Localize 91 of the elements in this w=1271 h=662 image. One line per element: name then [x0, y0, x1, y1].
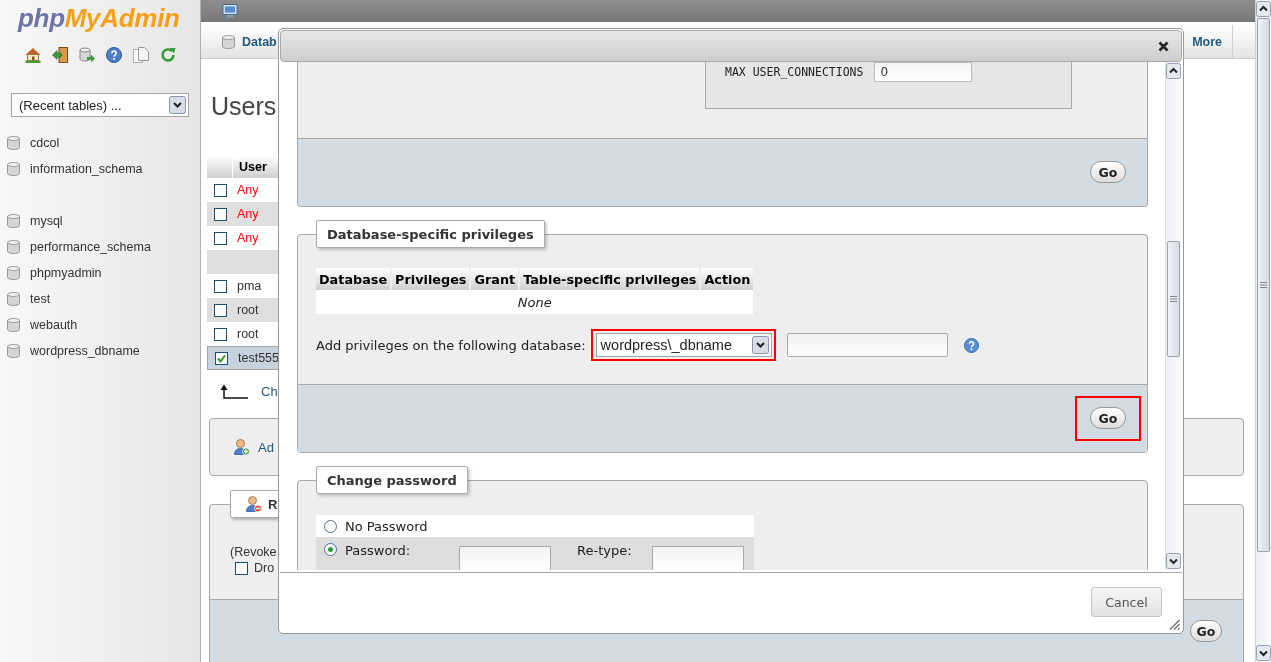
- database-icon[interactable]: [7, 240, 20, 254]
- checkbox[interactable]: [214, 303, 227, 317]
- checkbox[interactable]: [214, 207, 227, 221]
- user-name: root: [237, 327, 259, 341]
- corner-arrow-icon: [220, 383, 248, 399]
- column-header: Database: [316, 268, 391, 290]
- column-header: Action: [701, 268, 754, 290]
- database-icon[interactable]: [7, 344, 20, 358]
- door-arrow-icon[interactable]: [52, 47, 68, 63]
- text-field[interactable]: [786, 333, 948, 357]
- user-name: pma: [237, 279, 262, 293]
- check-all-link[interactable]: Ch: [261, 383, 278, 399]
- scrollbar-thumb[interactable]: [1257, 18, 1270, 552]
- number-field[interactable]: 0: [874, 62, 973, 82]
- password-field[interactable]: [459, 546, 551, 570]
- password-field[interactable]: [652, 546, 744, 570]
- scroll-down-button[interactable]: [1166, 553, 1181, 569]
- recent-tables-select[interactable]: (Recent tables) ...: [11, 93, 189, 117]
- database-link[interactable]: performance_schema: [30, 240, 151, 254]
- database-link[interactable]: mysql: [30, 214, 63, 228]
- scroll-down-button[interactable]: [1256, 645, 1271, 661]
- checkbox-label[interactable]: Dro: [254, 561, 275, 575]
- user-name: Any: [237, 231, 259, 245]
- user-name: Any: [237, 183, 259, 197]
- database-icon[interactable]: [7, 214, 20, 228]
- revoke-note: (Revoke: [230, 545, 277, 559]
- database-link[interactable]: webauth: [30, 318, 78, 332]
- scroll-up-button[interactable]: [1256, 1, 1271, 17]
- user-remove-icon: [246, 495, 262, 513]
- column-header[interactable]: User: [233, 160, 267, 174]
- database-icon[interactable]: [7, 292, 20, 306]
- grip-icon: [1260, 282, 1267, 288]
- resize-grip-icon[interactable]: [1169, 619, 1180, 630]
- user-add-icon[interactable]: [234, 438, 250, 456]
- radio-button[interactable]: [324, 519, 337, 533]
- legend-title: R: [268, 496, 278, 512]
- database-icon[interactable]: [7, 162, 20, 176]
- caret-icon[interactable]: [169, 96, 186, 114]
- checkbox[interactable]: [215, 351, 228, 365]
- home-icon[interactable]: [25, 47, 41, 63]
- legend-title: Database-specific privileges: [316, 220, 545, 248]
- checkbox[interactable]: [235, 561, 248, 575]
- database-icon[interactable]: [7, 136, 20, 150]
- field-label: MAX USER_CONNECTIONS: [725, 65, 864, 79]
- database-select[interactable]: wordpress\_dbname: [595, 333, 772, 357]
- go-button[interactable]: Go: [1090, 407, 1126, 429]
- database-link[interactable]: information_schema: [30, 162, 143, 176]
- radio-button[interactable]: [324, 543, 337, 556]
- monitor-icon[interactable]: [222, 4, 238, 18]
- tab[interactable]: Datab: [201, 25, 287, 58]
- column-header: Grant: [471, 268, 519, 290]
- reload-icon[interactable]: [160, 47, 176, 63]
- caret-icon[interactable]: [751, 336, 769, 354]
- help-icon[interactable]: [963, 337, 979, 353]
- go-button[interactable]: Go: [1090, 161, 1126, 183]
- checkbox[interactable]: [214, 183, 227, 197]
- radio-label[interactable]: No Password: [345, 518, 428, 534]
- database-icon: [222, 34, 235, 49]
- database-link[interactable]: test: [30, 292, 51, 306]
- database-icon[interactable]: [7, 266, 20, 280]
- add-user-link[interactable]: Ad: [258, 439, 274, 455]
- database-icon[interactable]: [7, 318, 20, 332]
- checkbox[interactable]: [214, 279, 227, 293]
- column-header: Privileges: [392, 268, 470, 290]
- go-button[interactable]: Go: [1190, 620, 1222, 642]
- logo[interactable]: phpMyAdmin: [18, 4, 180, 32]
- column-header: Table-specific privileges: [520, 268, 700, 290]
- field-label: Add privileges on the following database:: [316, 337, 586, 353]
- database-link[interactable]: cdcol: [30, 136, 60, 150]
- scroll-up-button[interactable]: [1166, 63, 1181, 79]
- radio-label[interactable]: Password:: [345, 543, 459, 558]
- cancel-button[interactable]: Cancel: [1091, 587, 1162, 617]
- scrollbar[interactable]: [1165, 62, 1181, 570]
- close-icon[interactable]: [1158, 40, 1169, 52]
- checkbox[interactable]: [214, 327, 227, 341]
- database-link[interactable]: wordpress_dbname: [30, 344, 140, 358]
- grip-icon: [1170, 296, 1177, 302]
- legend-title: Change password: [316, 466, 468, 494]
- user-name: root: [237, 303, 259, 317]
- help-icon[interactable]: [106, 47, 122, 63]
- scrollbar-thumb[interactable]: [1167, 241, 1180, 357]
- user-name: Any: [237, 207, 259, 221]
- database-arrow-icon[interactable]: [79, 47, 95, 63]
- scrollbar[interactable]: [1255, 0, 1271, 662]
- database-link[interactable]: phpmyadmin: [30, 266, 102, 280]
- field-label: Re-type:: [577, 543, 633, 558]
- empty-table-cell: None: [316, 290, 754, 314]
- user-name: test555: [238, 351, 279, 365]
- checkbox[interactable]: [214, 231, 227, 245]
- page-heading: Users: [211, 91, 277, 121]
- documents-icon[interactable]: [133, 47, 149, 63]
